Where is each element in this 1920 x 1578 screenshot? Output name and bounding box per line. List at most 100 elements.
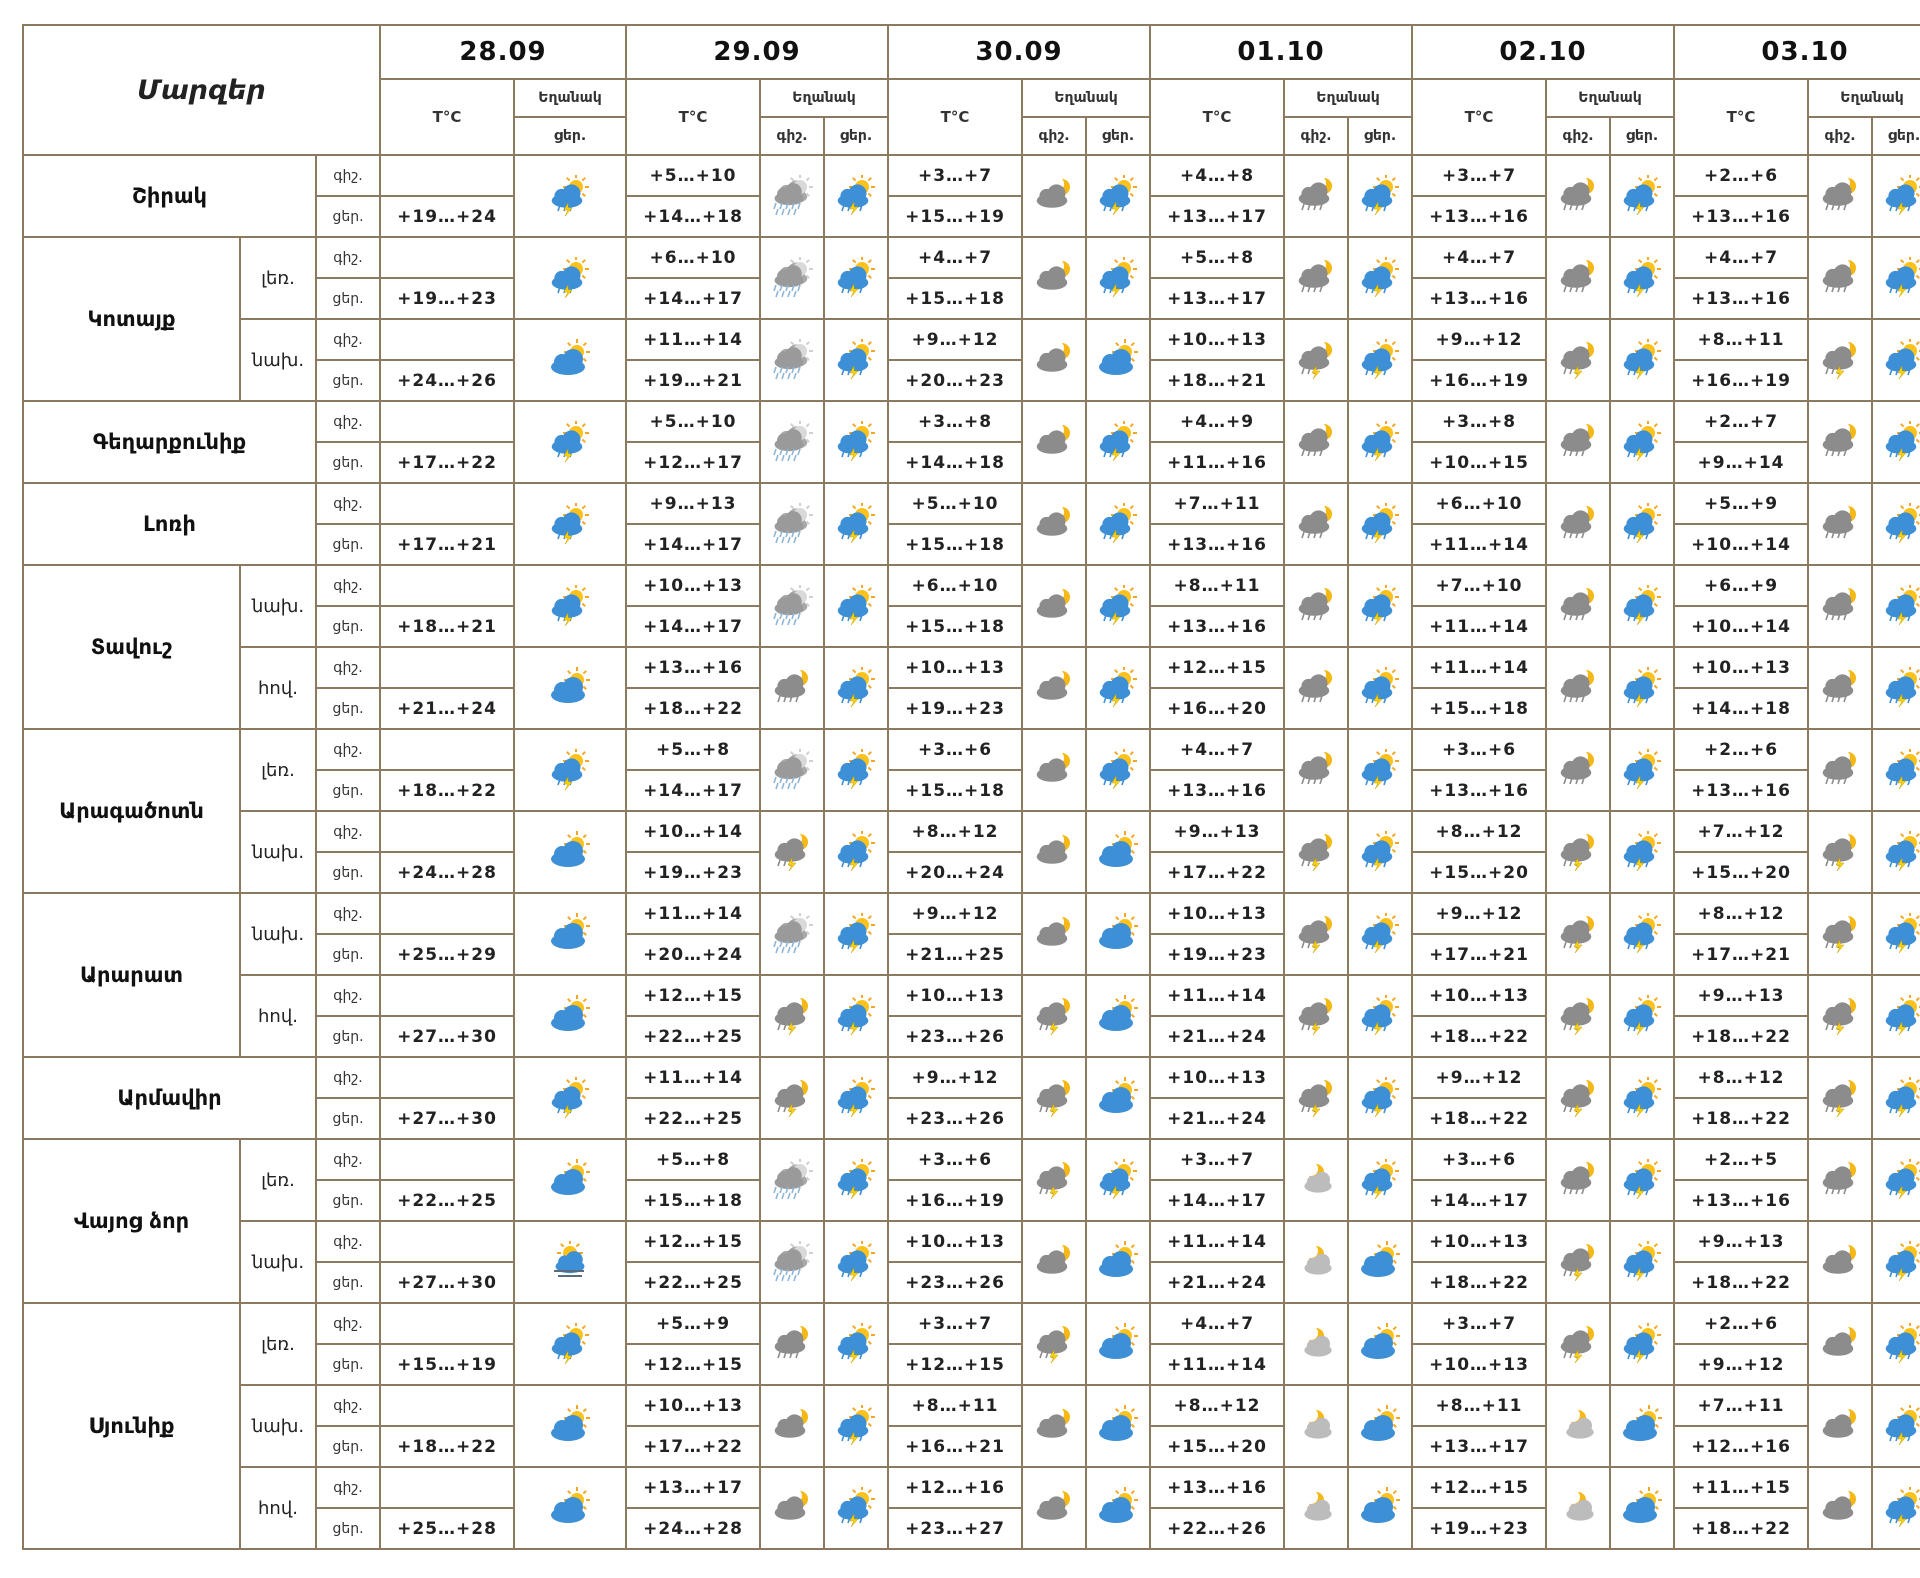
sun-cloud-icon <box>516 1487 624 1529</box>
table-row: հով. գիշ. +13…+16 +10…+13 +12…+15 +11…+14… <box>23 646 1920 730</box>
subregion-label: հով. <box>239 646 317 730</box>
night-temp: +10…+13 <box>887 1220 1024 1263</box>
day-temp: +21…+24 <box>1149 1097 1286 1140</box>
night-temp: +3…+6 <box>1411 1138 1548 1181</box>
table-row: Արագածոտն լեռ. գիշ. +5…+8 +3…+6 +4…+7 +3…+… <box>22 728 1920 894</box>
night-temp-empty <box>379 974 516 1017</box>
night-label: գիշ. <box>314 1220 382 1263</box>
weather-icon-cell <box>1283 154 1350 238</box>
day-temp: +18…+22 <box>1673 1015 1810 1058</box>
sun-cloud-icon <box>1088 1241 1148 1283</box>
sun-cloud-storm-icon <box>1350 1077 1410 1119</box>
sun-cloud-storm-icon <box>1612 667 1672 709</box>
day-label: ցեր. <box>314 523 382 566</box>
weather-icon-cell <box>1609 400 1676 484</box>
weather-icon-cell <box>823 482 890 566</box>
weather-icon-cell <box>1283 892 1350 976</box>
night-temp-empty <box>379 1056 516 1099</box>
day-temp: +11…+14 <box>1411 523 1548 566</box>
moon-cloud-icon <box>1024 1405 1084 1447</box>
day-temp: +16…+19 <box>1411 359 1548 402</box>
moon-cloud-rain-icon <box>1548 667 1608 709</box>
day-temp: +20…+24 <box>887 851 1024 894</box>
weather-icon-cell <box>1807 646 1874 730</box>
date-header: 02.10 <box>1411 24 1676 80</box>
sun-cloud-storm-icon <box>826 1323 886 1365</box>
day-temp: +13…+16 <box>1149 769 1286 812</box>
weather-icon-cell <box>1545 1384 1612 1468</box>
weather-icon-cell <box>1085 1220 1152 1304</box>
region-name: Արարատ <box>22 892 241 1058</box>
sun-cloud-storm-icon <box>1088 503 1148 545</box>
moon-cloud-rain-icon <box>1810 421 1870 463</box>
weather-icon-cell <box>823 236 890 320</box>
day-column-header: ցեր. <box>823 116 890 156</box>
weather-icon-cell <box>1871 1138 1920 1222</box>
moon-cloud-icon <box>1024 913 1084 955</box>
day-label: ցեր. <box>314 605 382 648</box>
sun-cloud-storm-icon <box>1612 257 1672 299</box>
weather-icon-cell <box>1609 974 1676 1058</box>
day-temp: +16…+19 <box>1673 359 1810 402</box>
weather-icon-cell <box>1021 400 1088 484</box>
weather-icon-cell <box>1807 1138 1874 1222</box>
day-temp: +22…+26 <box>1149 1507 1286 1550</box>
night-temp: +3…+7 <box>1411 154 1548 197</box>
sun-cloud-storm-icon <box>1874 1487 1920 1529</box>
night-temp: +10…+13 <box>625 1384 762 1427</box>
weather-icon-cell <box>1085 400 1152 484</box>
day-temp: +14…+18 <box>887 441 1024 484</box>
day-label: ցեր. <box>314 769 382 812</box>
weather-icon-cell <box>1545 236 1612 320</box>
weather-icon-cell <box>1871 646 1920 730</box>
night-temp: +8…+12 <box>1673 892 1810 935</box>
night-temp: +11…+14 <box>625 1056 762 1099</box>
subregion-label: հով. <box>239 1466 317 1550</box>
sun-cloud-storm-icon <box>1350 421 1410 463</box>
moon-cloud-rain-icon <box>1286 749 1346 791</box>
moon-light-cloud-icon <box>1286 1323 1346 1365</box>
night-temp: +4…+8 <box>1149 154 1286 197</box>
weather-icon-cell <box>1609 728 1676 812</box>
weather-icon-cell <box>513 646 628 730</box>
moon-light-cloud-icon <box>1286 1487 1346 1529</box>
night-temp: +4…+7 <box>1149 1302 1286 1345</box>
day-temp: +22…+25 <box>625 1097 762 1140</box>
weather-icon-cell <box>1283 646 1350 730</box>
night-label: գիշ. <box>314 974 382 1017</box>
day-temp: +17…+21 <box>1673 933 1810 976</box>
sun-cloud-storm-icon <box>1874 585 1920 627</box>
moon-cloud-storm-icon <box>1548 995 1608 1037</box>
weather-icon-cell <box>1283 1138 1350 1222</box>
night-label: գիշ. <box>314 318 382 361</box>
weather-icon-cell <box>1807 974 1874 1058</box>
sun-cloud-storm-icon <box>826 585 886 627</box>
weather-icon-cell <box>1609 1302 1676 1386</box>
day-temp: +14…+17 <box>1411 1179 1548 1222</box>
weather-icon-cell <box>823 1466 890 1550</box>
day-temp: +17…+21 <box>379 523 516 566</box>
day-temp: +18…+22 <box>625 687 762 730</box>
sun-cloud-storm-icon <box>1612 1077 1672 1119</box>
night-label: գիշ. <box>314 482 382 525</box>
day-label: ցեր. <box>314 851 382 894</box>
night-temp: +4…+7 <box>1149 728 1286 771</box>
sun-cloud-icon <box>1088 831 1148 873</box>
region-name: Կոտայք <box>22 236 241 402</box>
region-name: Արագածոտն <box>22 728 241 894</box>
day-temp: +10…+15 <box>1411 441 1548 484</box>
night-temp: +3…+8 <box>887 400 1024 443</box>
weather-icon-cell <box>1347 892 1414 976</box>
cloud-heavy-rain-icon <box>762 913 822 955</box>
sun-cloud-storm-icon <box>1874 1077 1920 1119</box>
night-temp: +7…+12 <box>1673 810 1810 853</box>
night-temp-empty <box>379 646 516 689</box>
night-temp-empty <box>379 1466 516 1509</box>
weather-icon-cell <box>513 1466 628 1550</box>
night-temp: +9…+12 <box>887 892 1024 935</box>
day-temp: +17…+22 <box>379 441 516 484</box>
weather-icon-cell <box>1347 1466 1414 1550</box>
weather-icon-cell <box>1021 154 1088 238</box>
sun-cloud-storm-icon <box>1088 1159 1148 1201</box>
night-temp: +12…+15 <box>625 1220 762 1263</box>
